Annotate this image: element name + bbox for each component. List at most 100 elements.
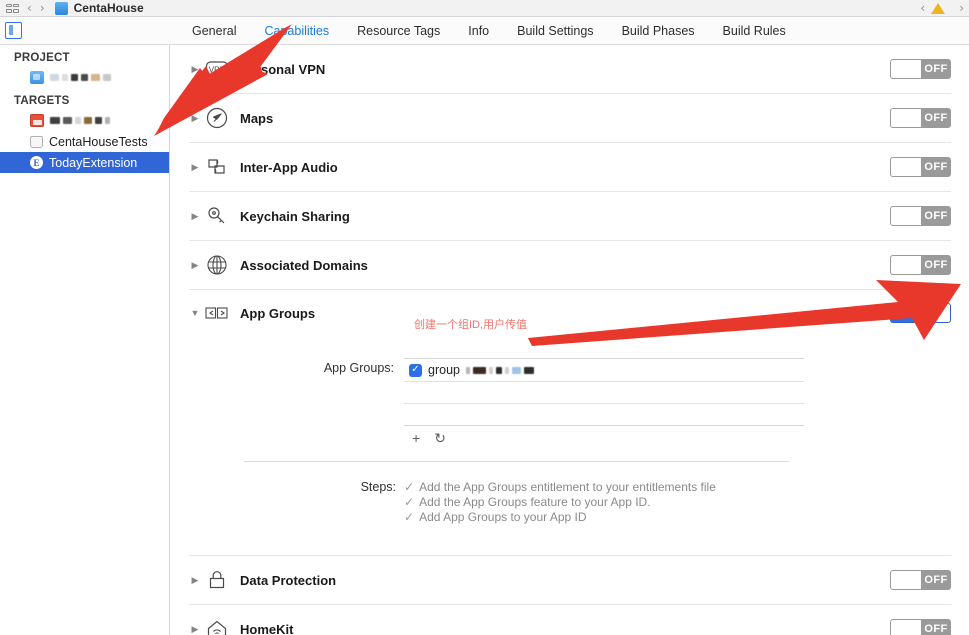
forward-chevron-icon[interactable]: ›: [40, 1, 45, 15]
chevron-right-icon[interactable]: ▶: [189, 260, 201, 270]
project-icon: [30, 71, 44, 84]
tab-info[interactable]: Info: [454, 17, 503, 45]
nav-back-chevron-icon[interactable]: ‹: [920, 1, 925, 15]
capability-name: App Groups: [240, 305, 316, 321]
back-chevron-icon[interactable]: ‹: [27, 1, 32, 15]
toggle-knob: [891, 207, 922, 225]
app-group-checkbox[interactable]: ✓: [409, 363, 422, 377]
app-groups-steps: Steps: ✓ Add the App Groups entitlement t…: [244, 461, 789, 541]
capability-row-maps[interactable]: ▶ Maps OFF: [189, 94, 951, 143]
lock-icon: [204, 567, 230, 593]
titlebar-right-controls: ‹ ›: [912, 1, 969, 15]
sidebar-item-label: TodayExtension: [49, 155, 138, 170]
toggle-knob: [891, 571, 922, 589]
app-groups-icon: [204, 300, 230, 326]
capability-row-inter-app-audio[interactable]: ▶ Inter-App Audio OFF: [189, 143, 951, 192]
capability-row-data-protection[interactable]: ▶ Data Protection OFF: [189, 556, 951, 605]
capability-section-app-groups: ▼ App Groups ON 创建一个组ID,用户传值 App Groups:: [189, 290, 951, 556]
sidebar-item-todayextension[interactable]: E TodayExtension: [0, 152, 169, 173]
check-icon: ✓: [404, 495, 415, 509]
tab-build-rules[interactable]: Build Rules: [709, 17, 800, 45]
capability-toggle-data-protection[interactable]: OFF: [890, 570, 951, 590]
capability-row-personal-vpn[interactable]: ▶ VPN Personal VPN OFF: [189, 45, 951, 94]
step-item: ✓ Add App Groups to your App ID: [404, 510, 716, 525]
chevron-down-icon[interactable]: ▼: [189, 308, 201, 318]
app-groups-field-label: App Groups:: [323, 361, 394, 375]
capability-toggle-personal-vpn[interactable]: OFF: [890, 59, 951, 79]
app-groups-panel: App Groups: ✓ group + ↻ Steps: ✓ Add the…: [189, 336, 951, 555]
extension-icon: E: [30, 156, 43, 169]
sidebar-section-targets: TARGETS: [14, 95, 70, 107]
capability-name: Associated Domains: [240, 257, 368, 273]
toggle-knob: [919, 304, 950, 322]
app-group-id-redacted: [465, 366, 534, 375]
chevron-right-icon[interactable]: ▶: [189, 113, 201, 123]
capabilities-list: ▶ VPN Personal VPN OFF ▶ Maps OFF ▶ Inte…: [171, 45, 969, 635]
vpn-icon: VPN: [204, 56, 230, 82]
capability-toggle-associated-domains[interactable]: OFF: [890, 255, 951, 275]
capability-name: Personal VPN: [240, 61, 326, 77]
tab-build-settings[interactable]: Build Settings: [503, 17, 607, 45]
chevron-right-icon[interactable]: ▶: [189, 211, 201, 221]
app-target-icon: [30, 114, 44, 127]
project-navigator-sidebar: PROJECT TARGETS CentaHouseTests E TodayE…: [0, 45, 170, 635]
capability-row-homekit[interactable]: ▶ HomeKit OFF: [189, 605, 951, 635]
capability-name: Inter-App Audio: [240, 159, 338, 175]
check-icon: ✓: [404, 480, 415, 494]
svg-text:VPN: VPN: [209, 66, 226, 75]
capability-toggle-homekit[interactable]: OFF: [890, 619, 951, 635]
tab-build-phases[interactable]: Build Phases: [608, 17, 709, 45]
sidebar-toggle-icon[interactable]: [5, 22, 22, 39]
toggle-label: OFF: [924, 161, 948, 173]
tab-capabilities[interactable]: Capabilities: [250, 17, 343, 45]
step-text: Add the App Groups feature to your App I…: [419, 495, 651, 509]
steps-list: ✓ Add the App Groups entitlement to your …: [404, 480, 716, 525]
app-groups-list-item-empty[interactable]: [404, 381, 804, 403]
capability-name: Data Protection: [240, 572, 337, 588]
test-bundle-icon: [30, 135, 43, 148]
toggle-knob: [891, 158, 922, 176]
project-name-label: CentaHouse: [73, 1, 144, 15]
annotation-note-chinese: 创建一个组ID,用户传值: [414, 319, 528, 331]
app-groups-list-item[interactable]: ✓ group: [404, 358, 804, 381]
capability-toggle-inter-app-audio[interactable]: OFF: [890, 157, 951, 177]
chevron-right-icon[interactable]: ▶: [189, 575, 201, 585]
app-groups-list-item-empty[interactable]: [404, 403, 804, 425]
project-name-redacted: [50, 73, 111, 82]
editor-toolbar: General Capabilities Resource Tags Info Buil…: [0, 17, 969, 45]
capability-row-app-groups[interactable]: ▼ App Groups ON: [189, 290, 951, 336]
add-app-group-button[interactable]: +: [412, 431, 420, 445]
sidebar-item-project[interactable]: [0, 67, 169, 88]
grid-icon[interactable]: [6, 3, 19, 13]
toggle-knob: [891, 256, 922, 274]
nav-forward-chevron-icon[interactable]: ›: [959, 1, 964, 15]
toggle-label: OFF: [924, 210, 948, 222]
steps-label: Steps:: [360, 480, 396, 494]
tab-resource-tags[interactable]: Resource Tags: [343, 17, 454, 45]
capability-row-keychain-sharing[interactable]: ▶ Keychain Sharing OFF: [189, 192, 951, 241]
app-target-name-redacted: [50, 116, 110, 125]
toggle-label: ON: [896, 307, 914, 319]
chevron-right-icon[interactable]: ▶: [189, 64, 201, 74]
chevron-right-icon[interactable]: ▶: [189, 162, 201, 172]
tab-general[interactable]: General: [178, 17, 250, 45]
capability-toggle-app-groups[interactable]: ON: [890, 303, 951, 323]
app-group-id-prefix: group: [428, 363, 460, 377]
capability-toggle-keychain-sharing[interactable]: OFF: [890, 206, 951, 226]
chevron-right-icon[interactable]: ▶: [189, 624, 201, 634]
warning-triangle-icon[interactable]: [931, 2, 946, 14]
sidebar-item-app-target[interactable]: [0, 110, 169, 131]
sidebar-item-centahousetests[interactable]: CentaHouseTests: [0, 131, 169, 152]
app-groups-list-actions: + ↻: [404, 425, 804, 449]
sidebar-section-project: PROJECT: [14, 52, 70, 64]
keychain-key-icon: [204, 203, 230, 229]
inter-app-audio-icon: [204, 154, 230, 180]
homekit-house-icon: [204, 616, 230, 635]
sidebar-item-label: CentaHouseTests: [49, 134, 148, 149]
capability-name: Keychain Sharing: [240, 208, 350, 224]
capability-row-associated-domains[interactable]: ▶ Associated Domains OFF: [189, 241, 951, 290]
capability-toggle-maps[interactable]: OFF: [890, 108, 951, 128]
refresh-app-groups-button[interactable]: ↻: [434, 431, 446, 445]
step-text: Add App Groups to your App ID: [419, 510, 587, 524]
toggle-label: OFF: [924, 112, 948, 124]
